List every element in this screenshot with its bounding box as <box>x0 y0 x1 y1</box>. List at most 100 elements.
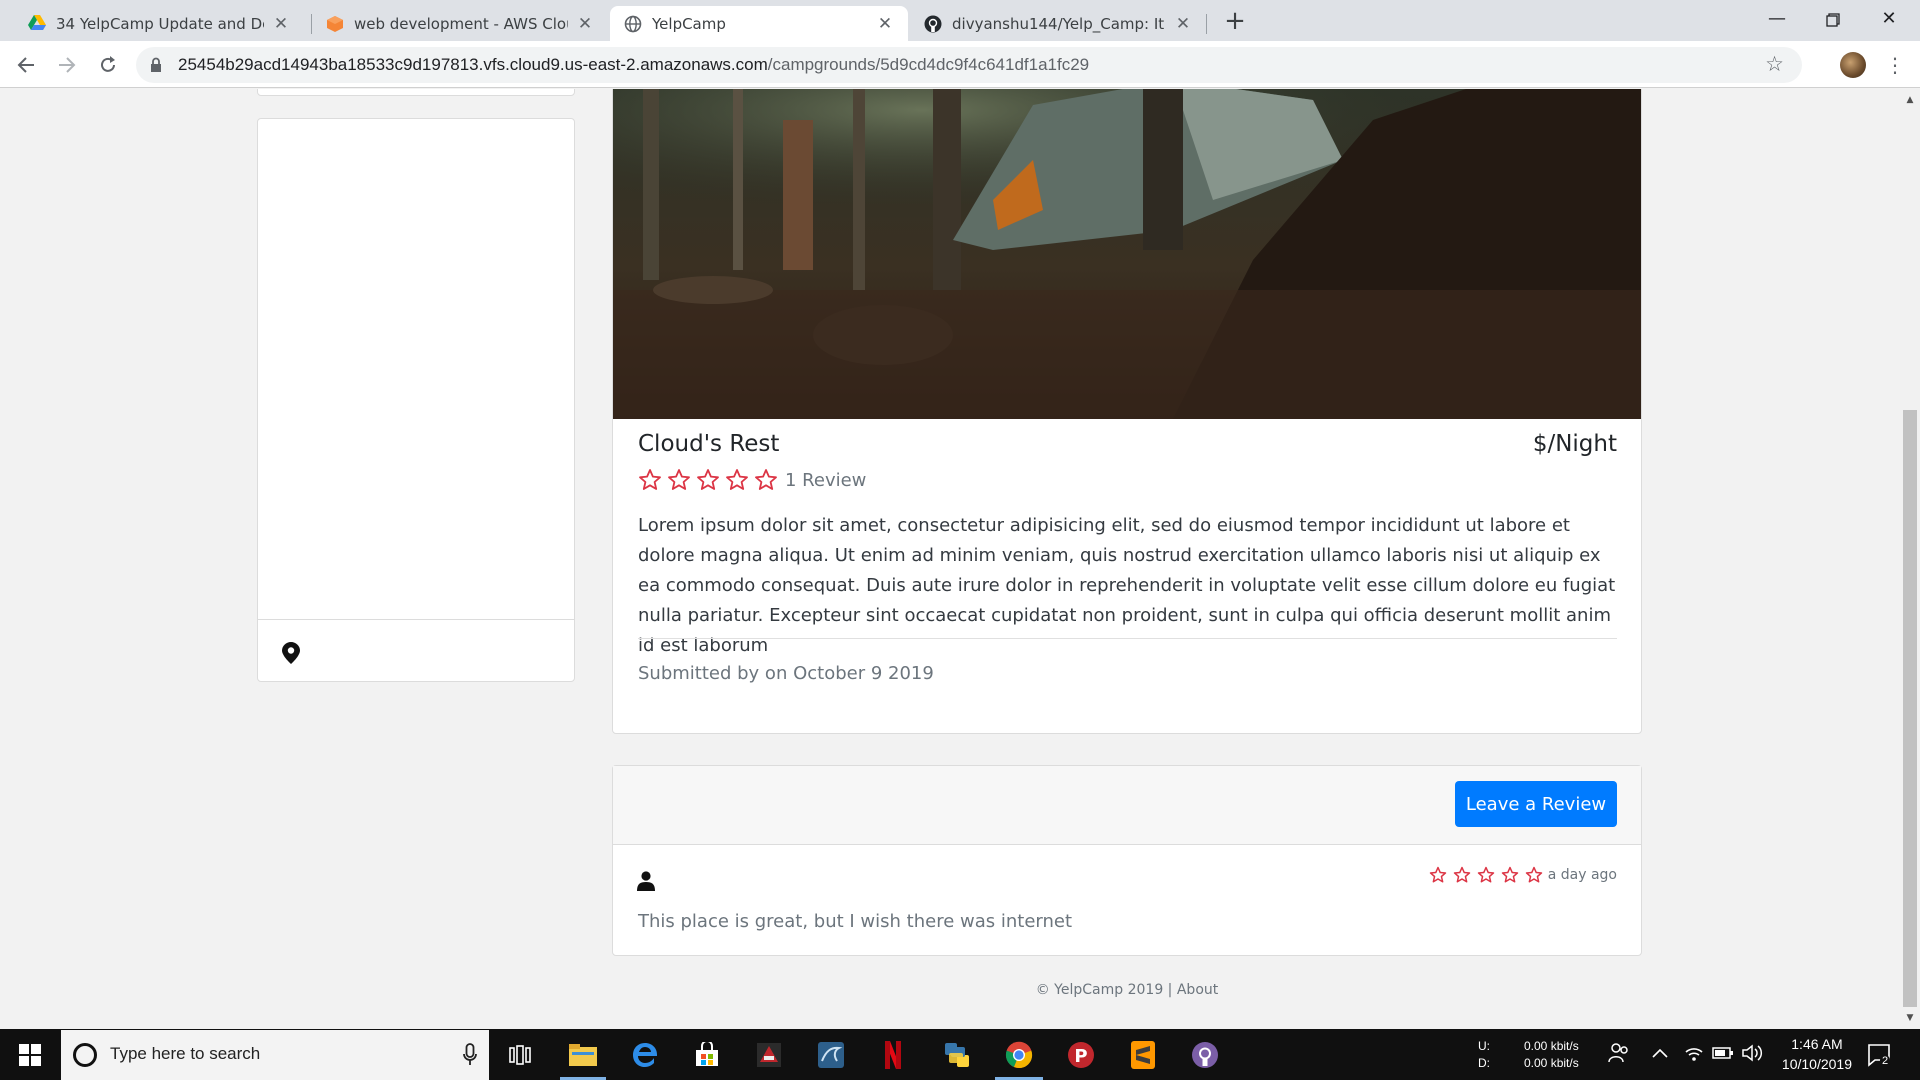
url-text: 25454b29acd14943ba18533c9d197813.vfs.clo… <box>178 55 1090 74</box>
footer-separator: | <box>1163 982 1177 998</box>
net-down-label: D: <box>1478 1056 1490 1070</box>
game-app-icon[interactable] <box>752 1038 786 1072</box>
net-up-speed: 0.00 kbit/s <box>1524 1039 1579 1053</box>
chevron-up-icon[interactable] <box>1652 1046 1668 1064</box>
taskbar-clock[interactable]: 1:46 AM 10/10/2019 <box>1782 1034 1852 1074</box>
star-outline-icon <box>1525 866 1542 883</box>
star-outline-icon <box>639 469 661 490</box>
volume-icon[interactable] <box>1742 1044 1764 1067</box>
net-down-speed: 0.00 kbit/s <box>1524 1056 1579 1070</box>
divider <box>638 638 1617 639</box>
footer: © YelpCamp 2019 | About <box>612 982 1642 998</box>
svg-text:P: P <box>1074 1046 1087 1067</box>
review-count: 1 Review <box>785 469 867 491</box>
scrollbar-thumb[interactable] <box>1903 410 1917 1007</box>
edge-icon[interactable] <box>628 1038 662 1072</box>
close-tab-icon[interactable]: ✕ <box>272 14 290 34</box>
aws-cloud9-icon <box>326 15 344 33</box>
battery-icon[interactable] <box>1712 1045 1734 1066</box>
search-placeholder: Type here to search <box>110 1044 261 1063</box>
reviews-card: Leave a Review a day ago This place is g… <box>612 765 1642 956</box>
map[interactable] <box>258 119 574 620</box>
page-viewport: Cloud's Rest $/Night 1 Review Lorem ipsu… <box>0 89 1900 1029</box>
campground-price: $/Night <box>1532 431 1617 457</box>
star-outline-icon <box>1453 866 1470 883</box>
forward-icon[interactable] <box>51 49 83 81</box>
leave-review-button[interactable]: Leave a Review <box>1455 781 1617 827</box>
sublime-text-icon[interactable] <box>1126 1038 1160 1072</box>
page-scrollbar[interactable]: ▲ ▼ <box>1900 89 1920 1029</box>
tab-yelpcamp[interactable]: YelpCamp ✕ <box>610 6 908 41</box>
review-rating-stars: a day ago <box>1429 866 1617 884</box>
bookmark-star-icon[interactable]: ☆ <box>1765 52 1784 76</box>
file-explorer-icon[interactable] <box>566 1038 600 1072</box>
windows-start-button[interactable] <box>0 1029 60 1080</box>
github-desktop-icon[interactable] <box>1188 1038 1222 1072</box>
restore-icon[interactable] <box>1810 0 1856 41</box>
net-up-label: U: <box>1478 1039 1490 1053</box>
star-outline-icon <box>668 469 690 490</box>
scroll-up-icon[interactable]: ▲ <box>1905 95 1915 105</box>
star-outline-icon <box>1501 866 1518 883</box>
tab-separator <box>1206 14 1207 34</box>
globe-icon <box>624 15 642 33</box>
github-icon <box>924 15 942 33</box>
review-time: a day ago <box>1547 867 1617 883</box>
scroll-down-icon[interactable]: ▼ <box>1905 1013 1915 1023</box>
tab-strip: 34 YelpCamp Update and Destro ✕ web deve… <box>0 0 1920 41</box>
windows-icon <box>19 1044 41 1066</box>
notifications-icon[interactable]: 2 <box>1867 1043 1891 1072</box>
review-text: This place is great, but I wish there wa… <box>638 911 1073 932</box>
clock-time: 1:46 AM <box>1791 1036 1843 1052</box>
reload-icon[interactable] <box>92 49 124 81</box>
close-tab-icon[interactable]: ✕ <box>576 14 594 34</box>
wifi-icon[interactable] <box>1684 1044 1704 1067</box>
map-card <box>257 118 575 682</box>
mysql-workbench-icon[interactable] <box>814 1038 848 1072</box>
chrome-icon[interactable] <box>1002 1038 1036 1072</box>
new-tab-button[interactable]: + <box>1222 6 1248 36</box>
microphone-icon[interactable] <box>463 1043 477 1067</box>
address-bar[interactable]: 25454b29acd14943ba18533c9d197813.vfs.clo… <box>136 47 1802 83</box>
campground-card: Cloud's Rest $/Night 1 Review Lorem ipsu… <box>612 89 1642 734</box>
rating-stars: 1 Review <box>638 468 866 492</box>
star-outline-icon <box>1477 866 1494 883</box>
user-icon <box>637 871 655 891</box>
star-outline-icon <box>726 469 748 490</box>
taskbar-search[interactable]: Type here to search <box>61 1030 489 1080</box>
close-window-icon[interactable]: ✕ <box>1866 0 1912 41</box>
python-icon[interactable] <box>940 1038 974 1072</box>
close-tab-icon[interactable]: ✕ <box>1174 14 1192 34</box>
map-marker-icon <box>282 642 300 664</box>
cortana-icon <box>73 1043 97 1067</box>
close-tab-icon[interactable]: ✕ <box>876 14 894 34</box>
star-outline-icon <box>1429 866 1446 883</box>
people-icon[interactable] <box>1608 1042 1630 1069</box>
star-outline-icon <box>755 469 777 490</box>
microsoft-store-icon[interactable] <box>690 1038 724 1072</box>
campground-image <box>613 89 1641 419</box>
postman-icon[interactable]: P <box>1064 1038 1098 1072</box>
google-drive-icon <box>28 14 46 33</box>
back-icon[interactable] <box>10 49 42 81</box>
netflix-icon[interactable] <box>876 1038 910 1072</box>
minimize-icon[interactable]: — <box>1754 0 1800 41</box>
campground-name: Cloud's Rest <box>638 431 780 457</box>
tab-aws-cloud9[interactable]: web development - AWS Cloud9 ✕ <box>312 6 608 41</box>
browser-toolbar: 25454b29acd14943ba18533c9d197813.vfs.clo… <box>0 41 1920 88</box>
notification-count: 2 <box>1880 1055 1891 1067</box>
about-link[interactable]: About <box>1177 982 1218 998</box>
tab-github-yelp-camp[interactable]: divyanshu144/Yelp_Camp: It mak ✕ <box>910 6 1206 41</box>
taskbar: Type here to search P U: D: 0.00 kbit/s … <box>0 1029 1920 1080</box>
lock-icon <box>151 57 161 72</box>
sidebar-card <box>257 89 575 96</box>
profile-avatar[interactable] <box>1840 52 1866 78</box>
footer-copyright: © YelpCamp 2019 <box>1035 982 1164 998</box>
task-view-icon[interactable] <box>503 1038 537 1072</box>
tab-yelpcamp-update[interactable]: 34 YelpCamp Update and Destro ✕ <box>14 6 304 41</box>
submitted-by: Submitted by on October 9 2019 <box>638 663 934 684</box>
clock-date: 10/10/2019 <box>1781 1056 1852 1072</box>
reviews-header: Leave a Review <box>613 766 1641 845</box>
menu-icon[interactable]: ⋮ <box>1885 51 1905 79</box>
star-outline-icon <box>697 469 719 490</box>
